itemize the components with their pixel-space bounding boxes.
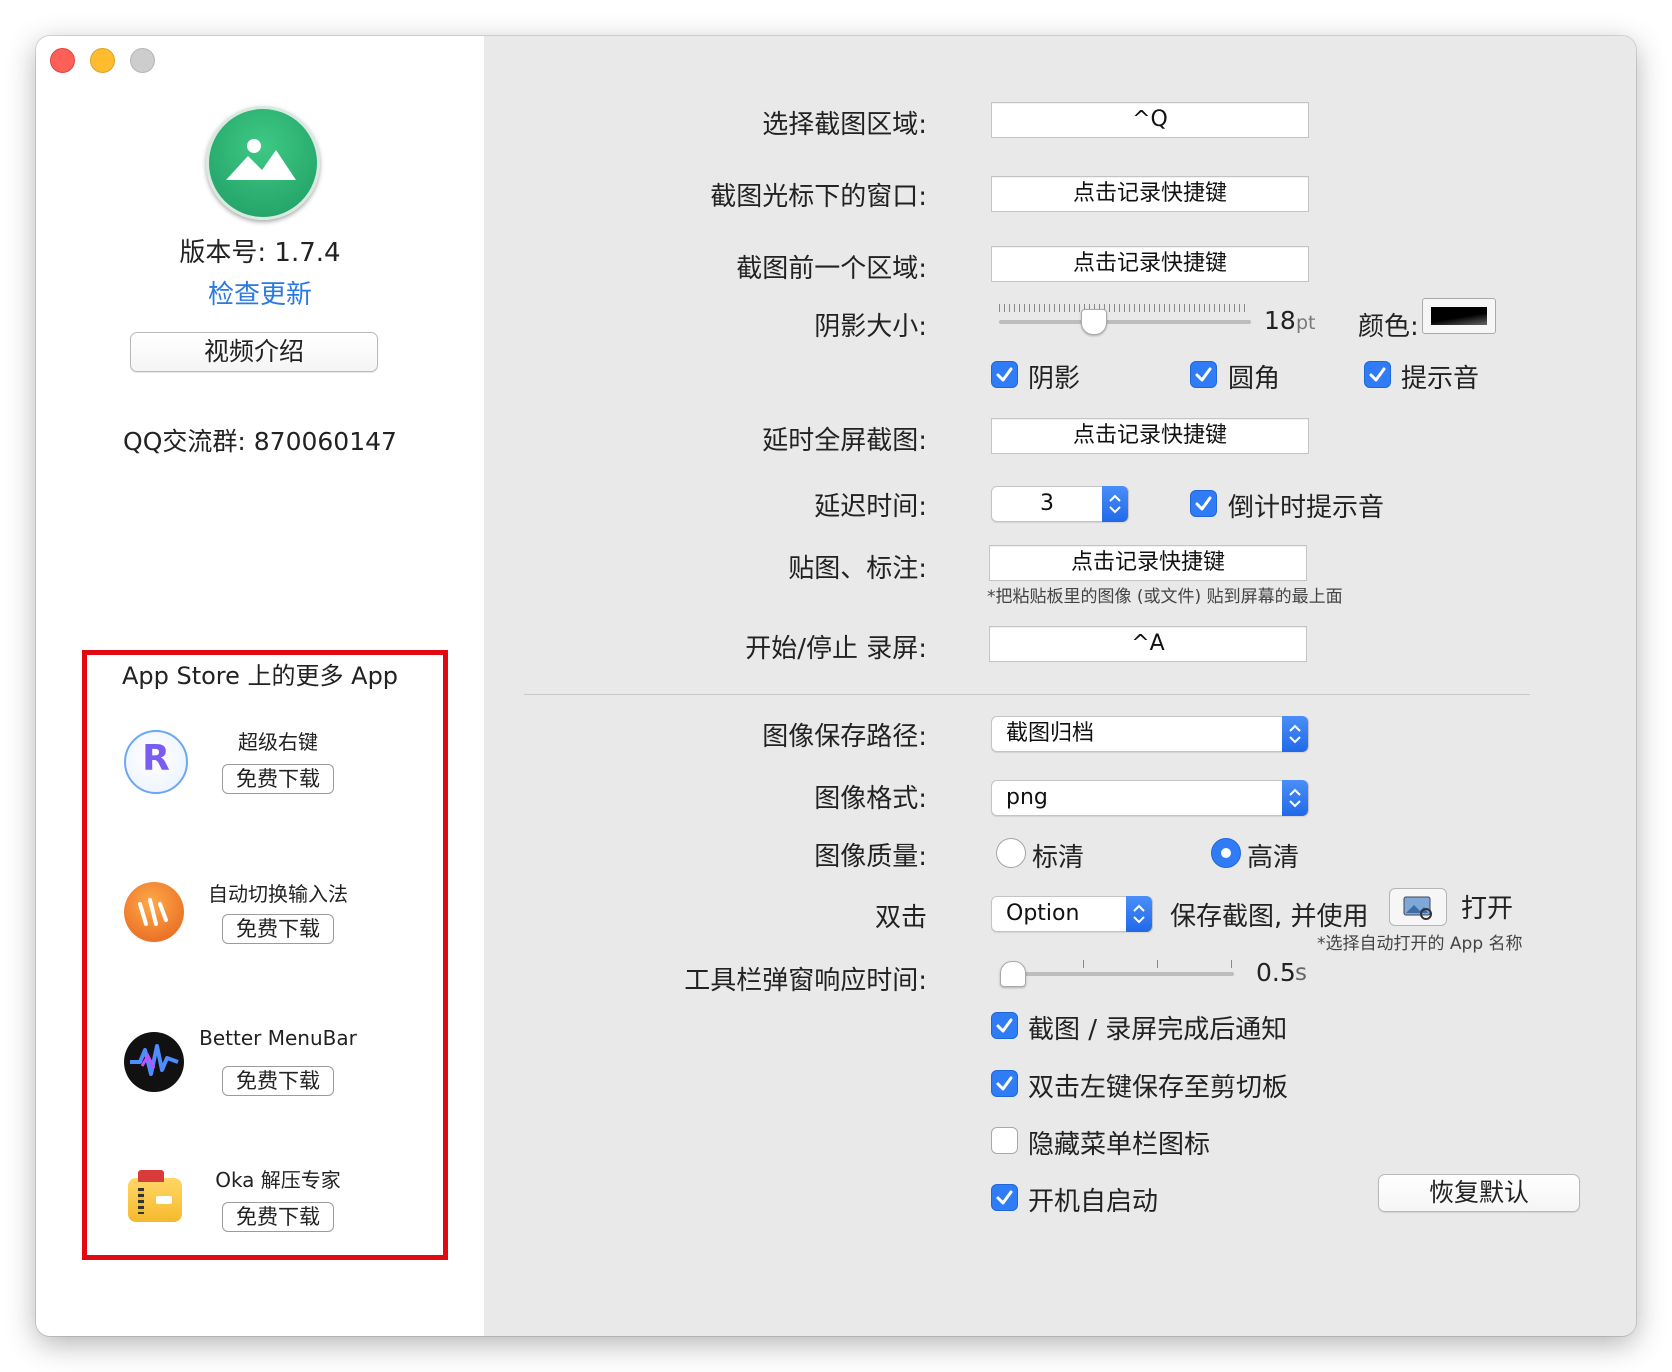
shadow-size-unit: pt xyxy=(1296,312,1316,334)
save-path-value: 截图归档 xyxy=(1006,721,1095,746)
settings-panel: 选择截图区域: ^Q 截图光标下的窗口: 点击记录快捷键 截图前一个区域: 点击… xyxy=(484,36,1636,1336)
better-menubar-icon xyxy=(124,1032,184,1092)
zoom-window-button[interactable] xyxy=(130,48,155,73)
double-click-copy-checkbox[interactable] xyxy=(991,1070,1018,1097)
notify-after-capture-checkbox[interactable] xyxy=(991,1012,1018,1039)
sound-checkbox-label: 提示音 xyxy=(1401,364,1480,394)
restore-defaults-button[interactable]: 恢复默认 xyxy=(1378,1174,1580,1212)
more-apps-title: App Store 上的更多 App xyxy=(121,662,399,690)
free-download-button[interactable]: 免费下载 xyxy=(222,1066,334,1096)
image-format-label: 图像格式: xyxy=(814,784,927,814)
image-format-value: png xyxy=(1006,785,1048,810)
shadow-color-well[interactable] xyxy=(1422,298,1496,334)
window-under-cursor-shortcut-field[interactable]: 点击记录快捷键 xyxy=(991,176,1309,212)
quality-standard-label: 标清 xyxy=(1032,843,1085,873)
image-format-popup[interactable]: png xyxy=(991,780,1309,816)
color-swatch xyxy=(1431,307,1487,325)
delayed-fullscreen-label: 延时全屏截图: xyxy=(762,426,927,456)
previous-area-shortcut-field[interactable]: 点击记录快捷键 xyxy=(991,246,1309,282)
app-name: Oka 解压专家 xyxy=(215,1168,341,1192)
sound-checkbox[interactable] xyxy=(1364,361,1391,388)
window-under-cursor-label: 截图光标下的窗口: xyxy=(710,182,927,212)
shadow-size-label: 阴影大小: xyxy=(814,312,927,342)
delay-time-value: 3 xyxy=(1040,491,1054,516)
countdown-sound-label: 倒计时提示音 xyxy=(1228,493,1385,523)
delay-time-label: 延迟时间: xyxy=(814,492,927,522)
record-shortcut-field[interactable]: ^A xyxy=(989,626,1307,662)
select-area-shortcut-field[interactable]: ^Q xyxy=(991,102,1309,138)
rounded-corners-checkbox-label: 圆角 xyxy=(1228,364,1281,394)
section-divider xyxy=(524,694,1530,695)
slider-tick xyxy=(1083,960,1084,968)
auto-input-switch-icon xyxy=(124,882,184,942)
image-preview-icon xyxy=(1403,896,1432,920)
app-name: 自动切换输入法 xyxy=(208,882,348,906)
shadow-checkbox-label: 阴影 xyxy=(1028,364,1081,394)
image-quality-label: 图像质量: xyxy=(814,842,927,872)
free-download-button[interactable]: 免费下载 xyxy=(222,1202,334,1232)
save-path-popup[interactable]: 截图归档 xyxy=(991,716,1309,752)
check-update-link[interactable]: 检查更新 xyxy=(36,274,484,311)
slider-tick xyxy=(1157,960,1158,968)
shadow-size-slider-knob[interactable] xyxy=(1081,309,1107,335)
launch-at-login-label: 开机自启动 xyxy=(1028,1187,1159,1217)
toolbar-delay-unit: s xyxy=(1295,960,1307,986)
double-click-description: 保存截图, 并使用 xyxy=(1170,902,1369,932)
record-label: 开始/停止 录屏: xyxy=(745,634,927,664)
toolbar-delay-value: 0.5 xyxy=(1256,958,1296,987)
double-click-copy-label: 双击左键保存至剪切板 xyxy=(1028,1073,1289,1103)
open-label: 打开 xyxy=(1461,894,1514,924)
oka-unarchiver-icon xyxy=(128,1170,182,1222)
version-label: 版本号: 1.7.4 xyxy=(179,238,341,268)
pin-annotate-label: 贴图、标注: xyxy=(788,554,927,584)
choose-app-button[interactable] xyxy=(1389,888,1447,926)
toolbar-delay-slider-knob[interactable] xyxy=(1000,961,1026,987)
updown-chevron-icon xyxy=(1102,486,1128,522)
double-click-modifier-value: Option xyxy=(1006,901,1080,926)
launch-at-login-checkbox[interactable] xyxy=(991,1184,1018,1211)
pin-annotate-note: *把粘贴板里的图像 (或文件) 贴到屏幕的最上面 xyxy=(987,587,1343,607)
double-click-modifier-popup[interactable]: Option xyxy=(991,896,1153,932)
sidebar: 版本号: 1.7.4 检查更新 视频介绍 QQ交流群: 870060147 Ap… xyxy=(36,36,484,1336)
quality-high-radio[interactable] xyxy=(1211,838,1241,868)
qq-group-label: QQ交流群: 870060147 xyxy=(123,427,397,456)
slider-tick xyxy=(1231,960,1232,968)
close-window-button[interactable] xyxy=(50,48,75,73)
quality-standard-radio[interactable] xyxy=(996,838,1026,868)
previous-area-label: 截图前一个区域: xyxy=(736,254,927,284)
hide-menubar-icon-checkbox[interactable] xyxy=(991,1127,1018,1154)
delay-time-popup[interactable]: 3 xyxy=(991,486,1129,522)
toolbar-delay-label: 工具栏弹窗响应时间: xyxy=(684,966,927,996)
choose-app-note: *选择自动打开的 App 名称 xyxy=(1317,934,1523,954)
shadow-size-slider[interactable] xyxy=(999,320,1251,324)
hide-menubar-icon-label: 隐藏菜单栏图标 xyxy=(1028,1130,1211,1160)
toolbar-delay-slider[interactable] xyxy=(1004,972,1234,976)
video-intro-button[interactable]: 视频介绍 xyxy=(130,332,378,372)
shadow-size-value: 18 xyxy=(1264,306,1296,335)
quality-high-label: 高清 xyxy=(1247,843,1300,873)
select-area-label: 选择截图区域: xyxy=(762,110,927,140)
minimize-window-button[interactable] xyxy=(90,48,115,73)
shadow-size-ticks xyxy=(999,304,1249,312)
shadow-checkbox[interactable] xyxy=(991,361,1018,388)
delayed-fullscreen-shortcut-field[interactable]: 点击记录快捷键 xyxy=(991,418,1309,454)
updown-chevron-icon xyxy=(1126,896,1152,932)
rounded-corners-checkbox[interactable] xyxy=(1190,361,1217,388)
updown-chevron-icon xyxy=(1282,716,1308,752)
app-name: 超级右键 xyxy=(238,730,318,754)
pin-annotate-shortcut-field[interactable]: 点击记录快捷键 xyxy=(989,545,1307,581)
app-name: Better MenuBar xyxy=(199,1026,357,1050)
color-label: 颜色: xyxy=(1358,312,1419,342)
free-download-button[interactable]: 免费下载 xyxy=(222,914,334,944)
app-window: 版本号: 1.7.4 检查更新 视频介绍 QQ交流群: 870060147 Ap… xyxy=(36,36,1636,1336)
updown-chevron-icon xyxy=(1282,780,1308,816)
double-click-label: 双击 xyxy=(874,903,927,933)
save-path-label: 图像保存路径: xyxy=(762,722,927,752)
free-download-button[interactable]: 免费下载 xyxy=(222,764,334,794)
notify-after-capture-label: 截图 / 录屏完成后通知 xyxy=(1028,1015,1288,1045)
countdown-sound-checkbox[interactable] xyxy=(1190,490,1217,517)
app-logo-icon xyxy=(206,106,320,220)
